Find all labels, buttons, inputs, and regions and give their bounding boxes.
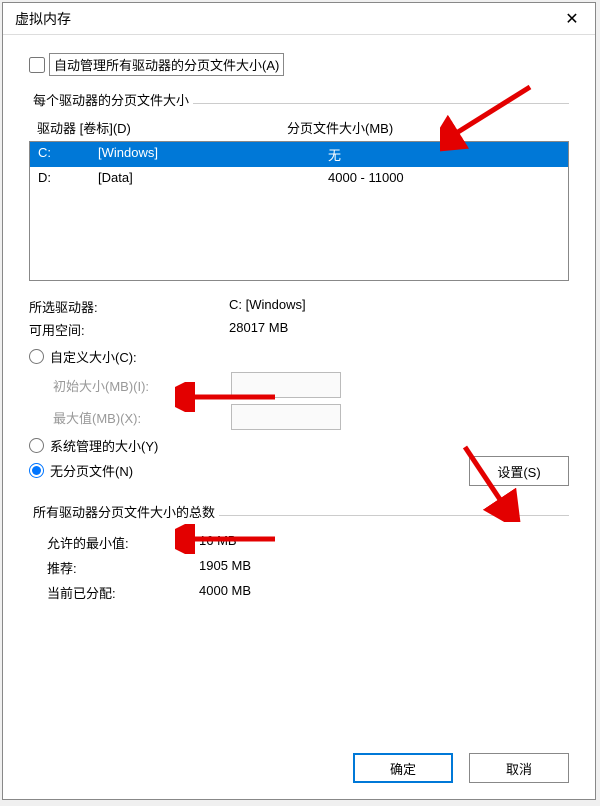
max-size-input[interactable] <box>231 404 341 430</box>
min-allowed-row: 允许的最小值: 16 MB <box>29 530 569 555</box>
max-size-row: 最大值(MB)(X): <box>53 404 569 430</box>
initial-size-input[interactable] <box>231 372 341 398</box>
totals-group: 允许的最小值: 16 MB 推荐: 1905 MB 当前已分配: 4000 MB <box>29 515 569 605</box>
per-drive-group: 驱动器 [卷标](D) 分页文件大小(MB) C: [Windows] 无 D:… <box>29 103 569 486</box>
dialog-footer: 确定 取消 <box>353 753 569 783</box>
recommended-label: 推荐: <box>29 558 199 577</box>
available-space-value: 28017 MB <box>229 320 288 339</box>
ok-button[interactable]: 确定 <box>353 753 453 783</box>
custom-size-label[interactable]: 自定义大小(C): <box>50 347 137 366</box>
cancel-button[interactable]: 取消 <box>469 753 569 783</box>
drive-volume-label: [Data] <box>98 170 328 185</box>
custom-size-radio[interactable] <box>29 349 44 364</box>
initial-size-row: 初始大小(MB)(I): <box>53 372 569 398</box>
drive-volume-label: [Windows] <box>98 145 328 164</box>
min-allowed-label: 允许的最小值: <box>29 533 199 552</box>
close-icon: ✕ <box>565 9 578 29</box>
set-button[interactable]: 设置(S) <box>469 456 569 486</box>
initial-size-label: 初始大小(MB)(I): <box>53 376 231 395</box>
max-size-label: 最大值(MB)(X): <box>53 408 231 427</box>
drive-header-size: 分页文件大小(MB) <box>287 118 393 137</box>
virtual-memory-dialog: 虚拟内存 ✕ 自动管理所有驱动器的分页文件大小(A) 每个驱动器的分页文件大小 … <box>2 2 596 800</box>
currently-allocated-row: 当前已分配: 4000 MB <box>29 580 569 605</box>
auto-manage-row: 自动管理所有驱动器的分页文件大小(A) <box>29 53 569 76</box>
selected-drive-row: 所选驱动器: C: [Windows] <box>29 295 569 318</box>
totals-group-label: 所有驱动器分页文件大小的总数 <box>29 502 219 521</box>
selected-drive-label: 所选驱动器: <box>29 297 229 316</box>
drive-paging-size: 4000 - 11000 <box>328 170 560 185</box>
dialog-title: 虚拟内存 <box>15 9 71 29</box>
available-space-label: 可用空间: <box>29 320 229 339</box>
recommended-row: 推荐: 1905 MB <box>29 555 569 580</box>
dialog-content: 自动管理所有驱动器的分页文件大小(A) 每个驱动器的分页文件大小 驱动器 [卷标… <box>3 35 595 635</box>
titlebar: 虚拟内存 ✕ <box>3 3 595 35</box>
custom-size-row: 自定义大小(C): <box>29 347 569 366</box>
drive-row[interactable]: D: [Data] 4000 - 11000 <box>30 167 568 188</box>
recommended-value: 1905 MB <box>199 558 251 577</box>
auto-manage-checkbox[interactable] <box>29 57 45 73</box>
drive-header-drive: 驱动器 [卷标](D) <box>37 118 287 137</box>
min-allowed-value: 16 MB <box>199 533 237 552</box>
drive-letter: C: <box>38 145 98 164</box>
drive-list-header: 驱动器 [卷标](D) 分页文件大小(MB) <box>29 118 569 141</box>
no-paging-label[interactable]: 无分页文件(N) <box>50 461 133 480</box>
drive-letter: D: <box>38 170 98 185</box>
auto-manage-label[interactable]: 自动管理所有驱动器的分页文件大小(A) <box>49 53 284 76</box>
currently-allocated-label: 当前已分配: <box>29 583 199 602</box>
per-drive-group-label: 每个驱动器的分页文件大小 <box>29 90 193 109</box>
system-managed-row: 系统管理的大小(Y) <box>29 436 569 455</box>
currently-allocated-value: 4000 MB <box>199 583 251 602</box>
system-managed-label[interactable]: 系统管理的大小(Y) <box>50 436 158 455</box>
available-space-row: 可用空间: 28017 MB <box>29 318 569 341</box>
system-managed-radio[interactable] <box>29 438 44 453</box>
drive-listbox[interactable]: C: [Windows] 无 D: [Data] 4000 - 11000 <box>29 141 569 281</box>
selected-drive-value: C: [Windows] <box>229 297 306 316</box>
close-button[interactable]: ✕ <box>549 3 595 35</box>
drive-paging-size: 无 <box>328 145 560 164</box>
drive-row[interactable]: C: [Windows] 无 <box>30 142 568 167</box>
no-paging-radio[interactable] <box>29 463 44 478</box>
